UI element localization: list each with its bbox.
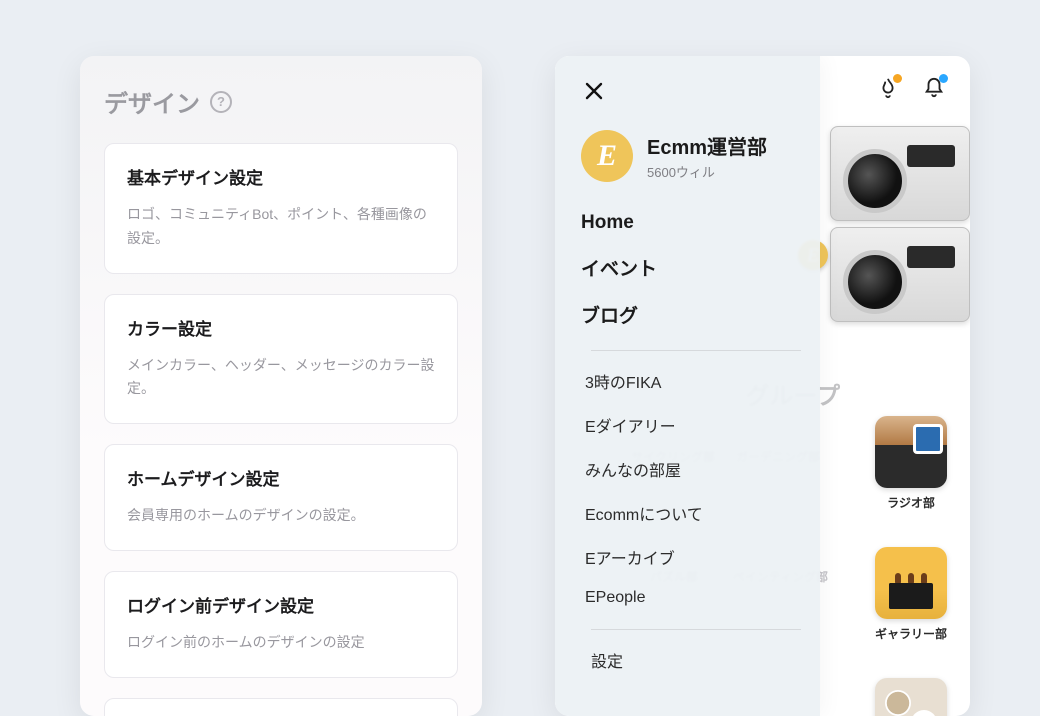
menu-home[interactable]: Home (581, 212, 804, 234)
submenu-fika[interactable]: 3時のFIKA (585, 369, 804, 393)
card-code-tag[interactable]: コードタグ設定 Headタグ、Bodyタグへのタグの埋め込み設定 (104, 698, 458, 716)
help-icon[interactable]: ? (210, 91, 232, 113)
card-basic-design[interactable]: 基本デザイン設定 ロゴ、コミュニティBot、ポイント、各種画像の設定。 (104, 143, 458, 274)
secondary-menu: 3時のFIKA Eダイアリー みんなの部屋 Ecommについて Eアーカイブ E… (581, 369, 804, 607)
submenu-diary[interactable]: Eダイアリー (585, 413, 804, 437)
design-settings-panel: デザイン ? 基本デザイン設定 ロゴ、コミュニティBot、ポイント、各種画像の設… (80, 56, 482, 716)
menu-settings[interactable]: 設定 (581, 648, 804, 672)
menu-divider (591, 629, 801, 630)
group-grid: ラジオ部 ギャラリー部 (864, 416, 958, 716)
submenu-epeople[interactable]: EPeople (585, 589, 804, 607)
banner-cameras: E (810, 126, 970, 356)
card-color[interactable]: カラー設定 メインカラー、ヘッダー、メッセージのカラー設定。 (104, 294, 458, 425)
card-title: ホームデザイン設定 (127, 465, 435, 490)
group-item-gallery[interactable]: ギャラリー部 (864, 547, 958, 642)
card-desc: ロゴ、コミュニティBot、ポイント、各種画像の設定。 (127, 203, 435, 251)
profile-avatar-icon: E (581, 130, 633, 182)
camera-image (830, 126, 970, 221)
card-desc: 会員専用のホームのデザインの設定。 (127, 504, 435, 528)
group-thumb (875, 547, 947, 619)
profile-points: 5600ウィル (647, 162, 767, 181)
card-title: 基本デザイン設定 (127, 164, 435, 189)
menu-events[interactable]: イベント (581, 254, 804, 281)
group-label: ラジオ部 (887, 494, 935, 511)
card-prelogin-design[interactable]: ログイン前デザイン設定 ログイン前のホームのデザインの設定 (104, 571, 458, 678)
panel-title: デザイン (104, 84, 200, 119)
mobile-preview-panel: E グループ サイクリング部 ガーデニング部 パズル部 ペインティング部 ラジオ… (555, 56, 970, 716)
close-icon[interactable] (581, 78, 607, 104)
submenu-about[interactable]: Ecommについて (585, 501, 804, 525)
menu-blog[interactable]: ブログ (581, 301, 804, 328)
menu-divider (591, 350, 801, 351)
card-home-design[interactable]: ホームデザイン設定 会員専用のホームのデザインの設定。 (104, 444, 458, 551)
card-title: カラー設定 (127, 315, 435, 340)
camera-image (830, 227, 970, 322)
group-item-coffee[interactable] (864, 678, 958, 716)
group-item-radio[interactable]: ラジオ部 (864, 416, 958, 511)
card-desc: メインカラー、ヘッダー、メッセージのカラー設定。 (127, 354, 435, 402)
nav-drawer: E Ecmm運営部 5600ウィル Home イベント ブログ 3時のFIKA … (555, 56, 820, 716)
primary-menu: Home イベント ブログ (581, 212, 804, 328)
card-title: ログイン前デザイン設定 (127, 592, 435, 617)
profile-name: Ecmm運営部 (647, 131, 767, 160)
submenu-room[interactable]: みんなの部屋 (585, 457, 804, 481)
card-desc: ログイン前のホームのデザインの設定 (127, 631, 435, 655)
group-thumb (875, 416, 947, 488)
profile-block[interactable]: E Ecmm運営部 5600ウィル (581, 130, 804, 182)
group-label: ギャラリー部 (875, 625, 947, 642)
panel-title-row: デザイン ? (104, 84, 458, 119)
group-thumb (875, 678, 947, 716)
submenu-archive[interactable]: Eアーカイブ (585, 545, 804, 569)
